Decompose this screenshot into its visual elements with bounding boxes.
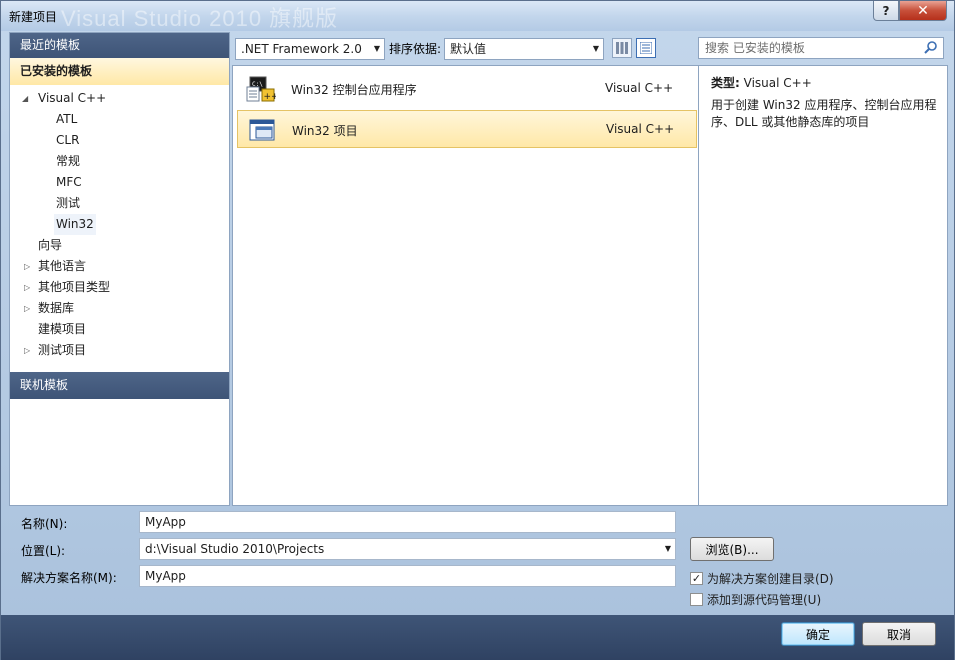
- template-item-win32-project[interactable]: Win32 项目 Visual C++: [237, 110, 697, 148]
- collapsed-arrow-icon[interactable]: ▷: [24, 277, 30, 298]
- collapsed-arrow-icon[interactable]: ▷: [24, 298, 30, 319]
- tree-item-other-project-types[interactable]: ▷ 其他项目类型: [10, 277, 229, 298]
- template-description-pane: 类型: Visual C++ 用于创建 Win32 应用程序、控制台应用程序、D…: [698, 65, 948, 506]
- win32-project-icon: [249, 119, 275, 141]
- grid-view-icon: [616, 42, 628, 54]
- svg-text:++: ++: [264, 92, 277, 102]
- name-label: 名称(N):: [21, 517, 68, 531]
- template-list: C:\ ++ Win32 控制台应用程序 Visual C++ Win32 项目…: [232, 65, 698, 506]
- type-value: Visual C++: [743, 76, 812, 90]
- template-search-input[interactable]: 搜索 已安装的模板: [698, 37, 944, 59]
- template-tree-pane: 最近的模板 已安装的模板 ◢ Visual C++ ATL CLR 常规 MFC…: [9, 32, 230, 506]
- small-icons-view-button[interactable]: [612, 38, 632, 58]
- template-type: 类型: Visual C++: [711, 74, 812, 91]
- tree-item-test[interactable]: 测试: [10, 193, 229, 214]
- tree-item-modeling-projects[interactable]: 建模项目: [10, 319, 229, 340]
- browse-button[interactable]: 浏览(B)...: [690, 537, 774, 561]
- tree-item-other-languages[interactable]: ▷ 其他语言: [10, 256, 229, 277]
- tree-item-general[interactable]: 常规: [10, 151, 229, 172]
- template-name: Win32 项目: [292, 124, 358, 138]
- framework-select[interactable]: .NET Framework 2.0 ▼: [235, 38, 385, 60]
- template-language: Visual C++: [606, 122, 675, 136]
- close-button[interactable]: ✕: [899, 1, 947, 21]
- list-view-icon: [640, 42, 652, 54]
- ok-button[interactable]: 确定: [781, 622, 855, 646]
- dialog-footer: 确定 取消: [1, 615, 954, 660]
- create-directory-checkbox-row[interactable]: ✓ 为解决方案创建目录(D): [690, 570, 834, 587]
- tree-item-atl[interactable]: ATL: [10, 109, 229, 130]
- source-control-checkbox[interactable]: [690, 593, 703, 606]
- template-item-console-app[interactable]: C:\ ++ Win32 控制台应用程序 Visual C++: [237, 70, 697, 108]
- location-label: 位置(L):: [21, 544, 66, 558]
- search-icon[interactable]: [924, 40, 938, 60]
- chevron-down-icon: ▼: [373, 44, 380, 53]
- location-combobox[interactable]: d:\Visual Studio 2010\Projects ▼: [139, 538, 676, 560]
- collapsed-arrow-icon[interactable]: ▷: [24, 256, 30, 277]
- expanded-arrow-icon[interactable]: ◢: [22, 88, 28, 109]
- tree-item-wizard[interactable]: 向导: [10, 235, 229, 256]
- title-watermark: Visual Studio 2010 旗舰版: [61, 6, 339, 31]
- sort-select[interactable]: 默认值 ▼: [444, 38, 604, 60]
- name-input-value: MyApp: [145, 515, 186, 529]
- console-app-icon: C:\ ++: [246, 76, 277, 102]
- window-title: 新建项目: [9, 10, 58, 24]
- details-view-button[interactable]: [636, 38, 656, 58]
- tree-item-database[interactable]: ▷ 数据库: [10, 298, 229, 319]
- sort-label: 排序依据:: [389, 42, 442, 56]
- name-input[interactable]: MyApp: [139, 511, 676, 533]
- source-control-checkbox-row[interactable]: 添加到源代码管理(U): [690, 591, 821, 608]
- tree-item-mfc[interactable]: MFC: [10, 172, 229, 193]
- template-name: Win32 控制台应用程序: [291, 83, 417, 97]
- recent-templates-header[interactable]: 最近的模板: [10, 33, 229, 58]
- checkmark-icon: ✓: [691, 572, 702, 585]
- new-project-dialog: Visual Studio 2010 旗舰版 新建项目 ? ✕ 最近的模板 已安…: [0, 0, 955, 660]
- create-directory-checkbox[interactable]: ✓: [690, 572, 703, 585]
- tree-item-test-projects[interactable]: ▷ 测试项目: [10, 340, 229, 361]
- collapsed-arrow-icon[interactable]: ▷: [24, 340, 30, 361]
- solution-name-label: 解决方案名称(M):: [21, 571, 117, 585]
- cancel-button[interactable]: 取消: [862, 622, 936, 646]
- template-tree: ◢ Visual C++ ATL CLR 常规 MFC 测试 Win32 向导 …: [10, 85, 229, 361]
- location-input-value: d:\Visual Studio 2010\Projects: [145, 542, 325, 556]
- solution-name-input-value: MyApp: [145, 569, 186, 583]
- create-directory-label: 为解决方案创建目录(D): [707, 572, 834, 586]
- help-icon: ?: [882, 3, 890, 18]
- chevron-down-icon: ▼: [592, 44, 599, 53]
- tree-item-visual-cpp[interactable]: ◢ Visual C++: [10, 88, 229, 109]
- tree-item-clr[interactable]: CLR: [10, 130, 229, 151]
- sort-select-value: 默认值: [450, 42, 487, 56]
- solution-name-input[interactable]: MyApp: [139, 565, 676, 587]
- template-language: Visual C++: [605, 81, 674, 95]
- help-button[interactable]: ?: [873, 1, 899, 21]
- online-templates-header[interactable]: 联机模板: [10, 372, 229, 399]
- chevron-down-icon[interactable]: ▼: [665, 539, 671, 559]
- search-placeholder: 搜索 已安装的模板: [705, 41, 805, 55]
- installed-templates-header[interactable]: 已安装的模板: [10, 58, 229, 85]
- tree-item-win32[interactable]: Win32: [10, 214, 229, 235]
- framework-select-value: .NET Framework 2.0: [241, 42, 362, 56]
- title-bar[interactable]: Visual Studio 2010 旗舰版 新建项目 ? ✕: [1, 1, 954, 31]
- type-label: 类型:: [711, 76, 740, 90]
- close-icon: ✕: [917, 2, 929, 19]
- source-control-label: 添加到源代码管理(U): [707, 593, 822, 607]
- template-description: 用于创建 Win32 应用程序、控制台应用程序、DLL 或其他静态库的项目: [711, 98, 937, 129]
